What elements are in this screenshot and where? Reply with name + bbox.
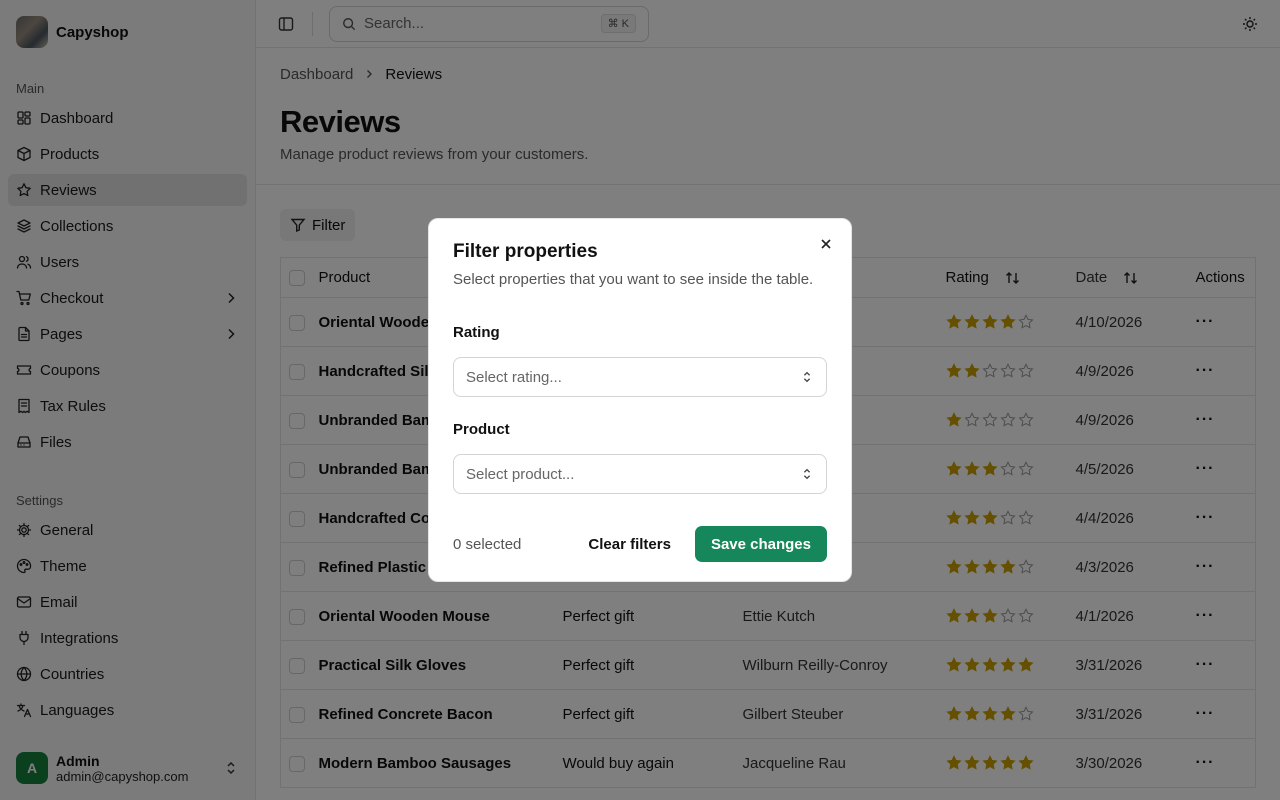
product-select[interactable]: Select product... bbox=[453, 454, 827, 494]
product-label: Product bbox=[453, 421, 510, 438]
rating-select[interactable]: Select rating... bbox=[453, 357, 827, 397]
rating-label: Rating bbox=[453, 324, 500, 341]
close-icon bbox=[821, 239, 831, 249]
product-select-placeholder: Select product... bbox=[466, 465, 575, 483]
rating-select-placeholder: Select rating... bbox=[466, 368, 562, 386]
chevrons-up-down-icon bbox=[803, 371, 811, 383]
dialog-description: Select properties that you want to see i… bbox=[453, 271, 814, 288]
clear-filters-button[interactable]: Clear filters bbox=[576, 526, 683, 562]
selected-count: 0 selected bbox=[453, 535, 522, 553]
filter-dialog: Filter properties Select properties that… bbox=[428, 218, 852, 582]
dialog-footer: 0 selected Clear filters Save changes bbox=[453, 526, 827, 562]
save-changes-button[interactable]: Save changes bbox=[694, 526, 827, 562]
chevrons-up-down-icon bbox=[803, 468, 811, 480]
close-button[interactable] bbox=[817, 235, 835, 253]
dialog-title: Filter properties bbox=[453, 241, 598, 262]
